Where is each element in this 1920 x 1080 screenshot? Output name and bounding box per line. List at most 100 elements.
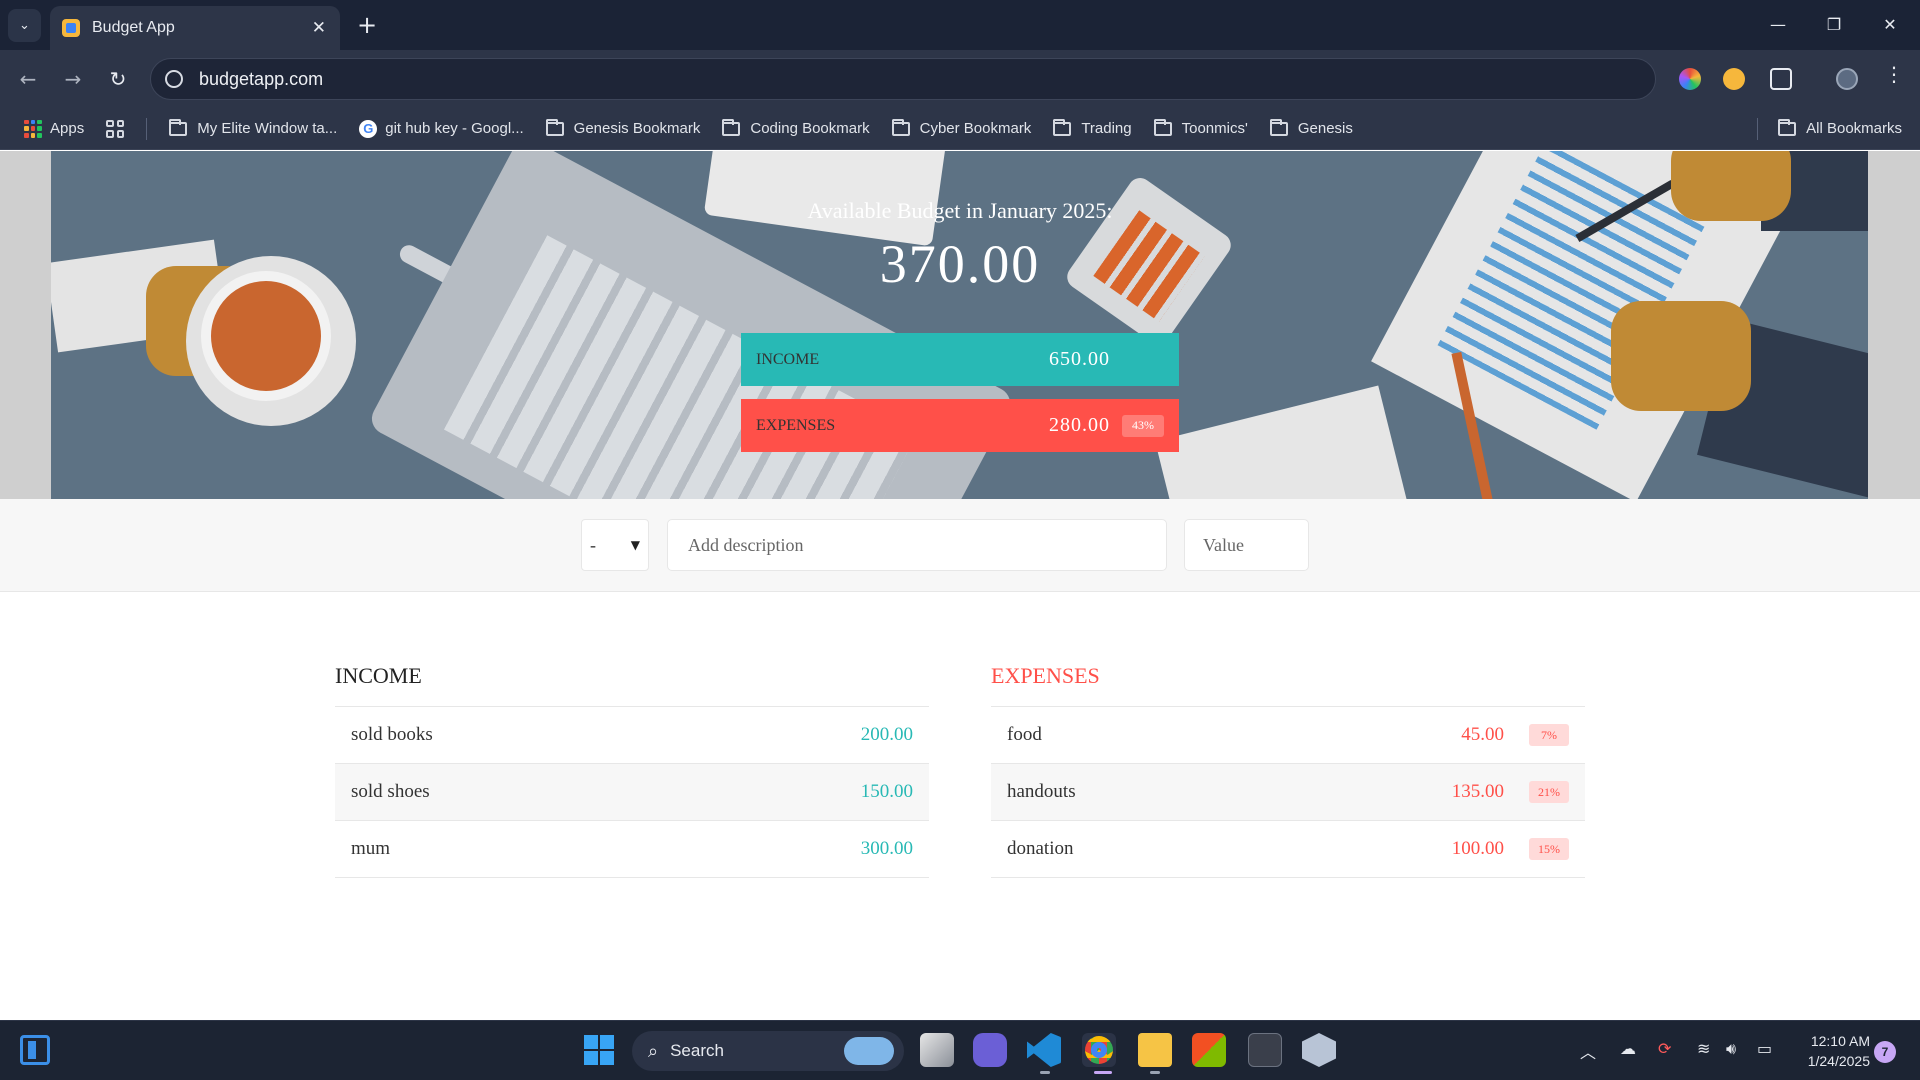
browser-tab[interactable]: Budget App ✕ (50, 6, 340, 50)
folder-icon (169, 118, 188, 136)
bookmark-folder[interactable]: Cyber Bookmark (891, 118, 1031, 137)
add-type-select[interactable]: - ▼ (581, 519, 649, 571)
income-item[interactable]: sold books 200.00 (335, 707, 929, 764)
budget-app-page: Available Budget in January 2025: 370.00… (0, 151, 1920, 1020)
expense-item-percentage: 7% (1529, 724, 1569, 746)
expenses-summary-value: 280.00 (1049, 414, 1110, 436)
virtualbox-icon[interactable] (1302, 1033, 1336, 1067)
expense-item[interactable]: donation 100.00 15% (991, 821, 1585, 878)
all-bookmarks-button[interactable]: All Bookmarks (1778, 118, 1902, 137)
coin-extension-icon[interactable] (1723, 68, 1745, 90)
browser-tab-bar: ⌄ Budget App ✕ + — ❐ ✕ (0, 0, 1920, 50)
minimize-icon[interactable]: — (1758, 8, 1798, 40)
bookmark-folder[interactable]: Toonmics' (1153, 118, 1248, 137)
bookmark-folder[interactable]: My Elite Window ta... (169, 118, 337, 137)
teams-chat-icon[interactable] (973, 1033, 1007, 1067)
add-value-input[interactable] (1184, 519, 1309, 571)
folder-icon (1269, 118, 1288, 136)
clock-time: 12:10 AM (1810, 1033, 1870, 1049)
apps-grid-icon (24, 119, 42, 138)
tab-title: Budget App (92, 19, 175, 36)
taskbar-search[interactable]: ⌕ Search (632, 1031, 904, 1071)
tab-groups-icon[interactable] (106, 119, 125, 138)
battery-icon[interactable]: ▭ (1757, 1039, 1772, 1058)
chrome-icon[interactable] (1085, 1036, 1113, 1064)
bookmark-folder[interactable]: Genesis Bookmark (545, 118, 700, 137)
budget-title: Available Budget in January 2025: (807, 198, 1113, 223)
income-item[interactable]: mum 300.00 (335, 821, 929, 878)
wifi-icon[interactable]: ≋ (1697, 1039, 1710, 1058)
bookmarks-bar: Apps My Elite Window ta... G git hub key… (0, 108, 1920, 150)
volume-icon[interactable]: 🔊︎ (1726, 1039, 1736, 1059)
bookmark-separator (146, 117, 148, 140)
close-window-icon[interactable]: ✕ (1870, 8, 1910, 40)
expense-item-value: 45.00 (1461, 724, 1504, 745)
bookmark-label: git hub key - Googl... (385, 120, 524, 137)
expenses-summary-percentage: 43% (1122, 414, 1164, 437)
income-item-description: sold books (351, 724, 433, 745)
weather-cloud-icon (844, 1037, 894, 1065)
site-info-icon[interactable] (165, 70, 183, 88)
browser-menu-icon[interactable]: ⋮ (1884, 62, 1904, 86)
system-clock[interactable]: 12:10 AM 1/24/2025 (1792, 1031, 1870, 1071)
url-text: budgetapp.com (199, 68, 324, 89)
income-item[interactable]: sold shoes 150.00 (335, 764, 929, 821)
bookmark-label: Trading (1081, 120, 1132, 137)
profile-avatar[interactable] (1836, 68, 1858, 90)
bookmark-label: Coding Bookmark (750, 120, 870, 137)
folder-icon (891, 118, 910, 136)
bookmark-folder[interactable]: Coding Bookmark (722, 118, 870, 137)
terminal-icon[interactable] (1248, 1033, 1282, 1067)
income-list-title: INCOME (335, 663, 929, 707)
budget-app-favicon-icon (62, 19, 80, 37)
onedrive-cloud-icon[interactable]: ☁ (1620, 1039, 1636, 1058)
expense-item-percentage: 15% (1529, 838, 1569, 860)
windows-start-icon[interactable] (584, 1035, 614, 1065)
new-tab-button[interactable]: + (352, 10, 382, 40)
vscode-icon[interactable] (1027, 1033, 1061, 1067)
tab-close-icon[interactable]: ✕ (312, 18, 326, 38)
running-indicator (1150, 1071, 1160, 1074)
tab-search-button[interactable]: ⌄ (8, 9, 41, 42)
budget-value: 370.00 (879, 234, 1041, 294)
google-icon: G (359, 119, 378, 138)
color-picker-extension-icon[interactable] (1679, 68, 1701, 90)
add-description-input[interactable] (667, 519, 1167, 571)
income-summary-value: 650.00 (1049, 348, 1110, 370)
show-hidden-icons-chevron-icon[interactable]: ︿ (1580, 1039, 1596, 1063)
bookmark-folder[interactable]: Trading (1053, 118, 1132, 137)
income-summary-label: INCOME (756, 350, 820, 368)
reload-icon[interactable]: ↻ (103, 64, 133, 94)
income-item-value: 200.00 (860, 724, 913, 745)
microsoft-store-icon[interactable] (1192, 1033, 1226, 1067)
taskbar-search-label: Search (670, 1041, 724, 1060)
address-bar[interactable]: budgetapp.com (150, 58, 1656, 100)
expense-items: food 45.00 7% handouts 135.00 21% donati… (991, 707, 1585, 878)
file-explorer-icon[interactable] (1138, 1033, 1172, 1067)
back-arrow-icon[interactable]: ← (13, 64, 43, 94)
task-view-icon[interactable] (920, 1033, 954, 1067)
income-list: INCOME sold books 200.00 sold shoes 150.… (335, 663, 929, 878)
extensions-puzzle-icon[interactable] (1770, 68, 1792, 90)
restore-icon[interactable]: ❐ (1814, 8, 1854, 40)
budget-income-summary: INCOME 650.00 (741, 333, 1179, 386)
notification-badge[interactable]: 7 (1874, 1041, 1896, 1063)
expense-item[interactable]: food 45.00 7% (991, 707, 1585, 764)
bookmark-link[interactable]: G git hub key - Googl... (359, 119, 524, 138)
income-item-description: mum (351, 838, 391, 859)
windows-taskbar: ⌕ Search ︿ ☁ ⟳ ≋ 🔊︎ ▭ 12:10 AM 1/24/2025… (0, 1020, 1920, 1080)
bookmark-folder[interactable]: Genesis (1269, 118, 1353, 137)
chevron-down-icon: ▼ (630, 538, 640, 552)
bookmark-apps[interactable]: Apps (24, 119, 85, 138)
expenses-list-title: EXPENSES (991, 663, 1585, 707)
bookmark-apps-label: Apps (50, 120, 85, 137)
expense-item[interactable]: handouts 135.00 21% (991, 764, 1585, 821)
sync-icon[interactable]: ⟳ (1658, 1039, 1671, 1058)
hand-illustration (1611, 301, 1751, 411)
expense-item-description: donation (1007, 838, 1074, 859)
folder-icon (722, 118, 741, 136)
forward-arrow-icon[interactable]: → (58, 64, 88, 94)
expense-item-description: handouts (1007, 781, 1076, 802)
bookmark-label: Toonmics' (1181, 120, 1248, 137)
widgets-icon[interactable] (20, 1035, 50, 1065)
